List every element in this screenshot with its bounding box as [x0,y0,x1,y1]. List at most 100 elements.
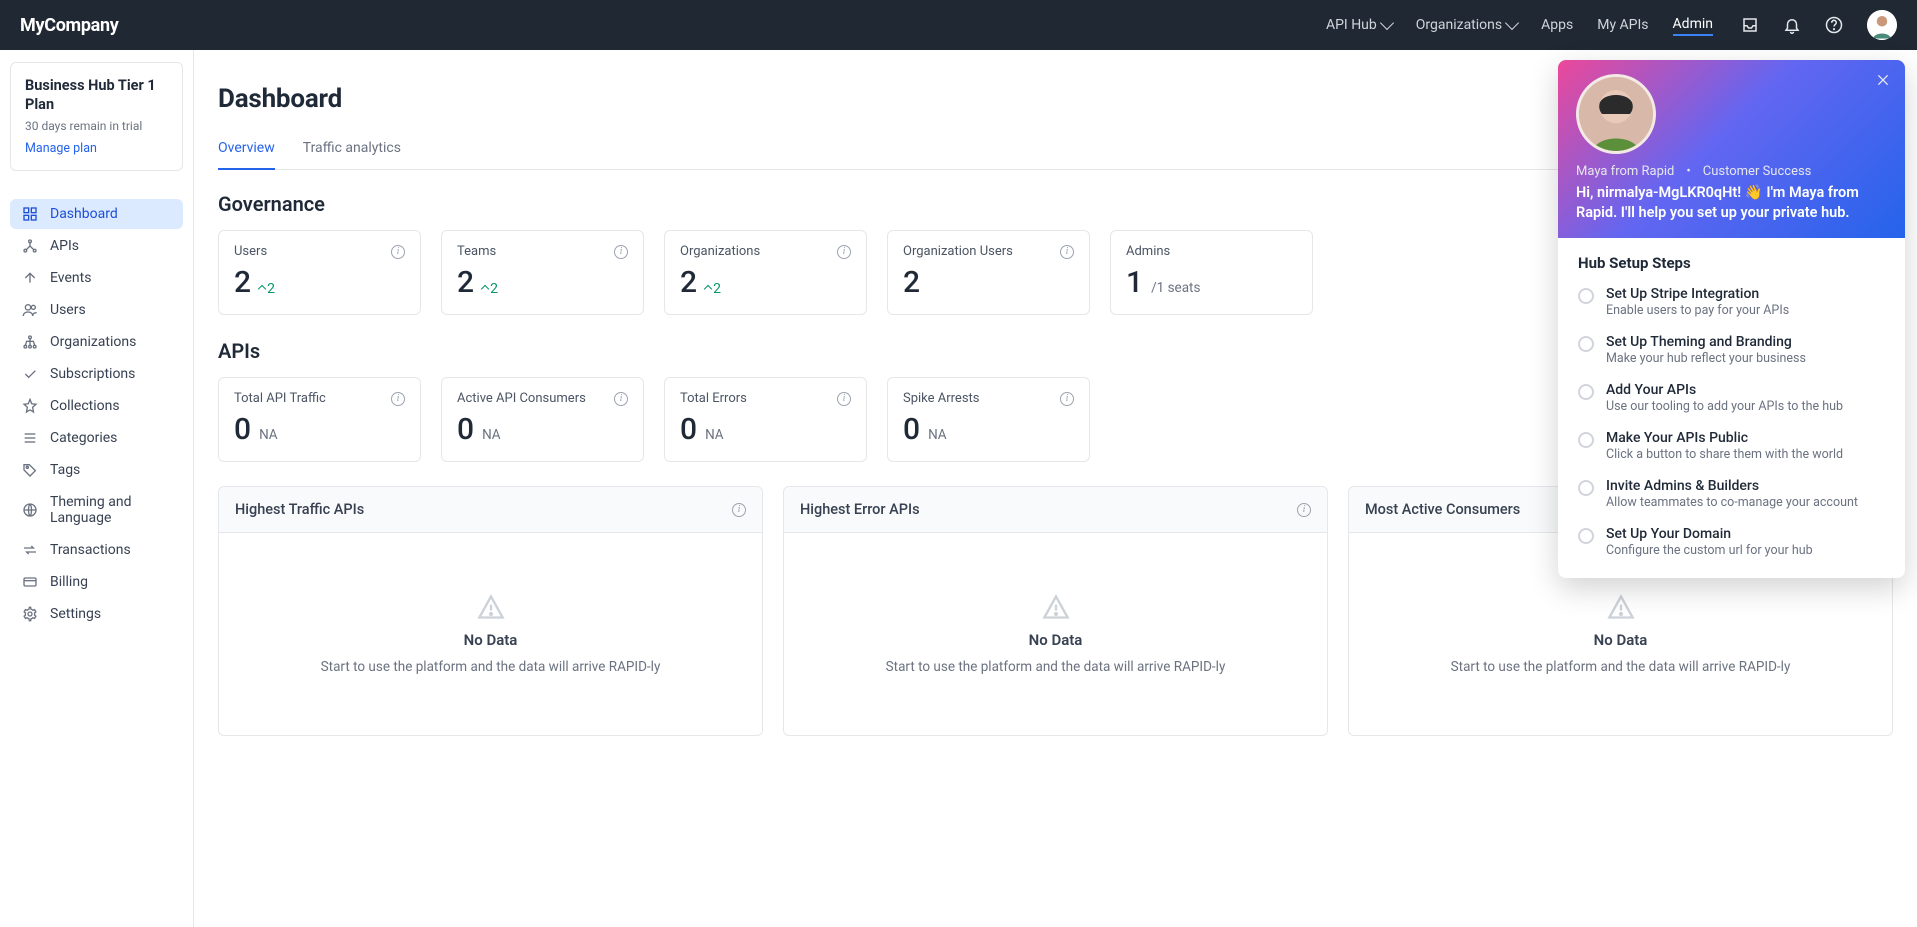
card-label: Total API Traffic [234,391,326,406]
sidebar-item-billing[interactable]: Billing [10,567,183,597]
step-title: Invite Admins & Builders [1606,478,1858,494]
card-label: Spike Arrests [903,391,980,406]
panel-highest-error: Highest Error APIs i No Data Start to us… [783,486,1328,736]
info-icon[interactable]: i [732,503,746,517]
step-bullet-icon [1578,480,1594,496]
panel-no-data: No Data [1029,631,1083,649]
nav-admin-label: Admin [1673,16,1713,32]
onboarding-body: Hub Setup Steps Set Up Stripe Integratio… [1558,238,1905,578]
bell-icon[interactable] [1783,16,1801,34]
setup-step-stripe[interactable]: Set Up Stripe Integration Enable users t… [1578,286,1885,318]
setup-step-theming[interactable]: Set Up Theming and Branding Make your hu… [1578,334,1885,366]
sidebar-item-settings[interactable]: Settings [10,599,183,629]
step-title: Set Up Stripe Integration [1606,286,1789,302]
info-icon[interactable]: i [1060,245,1074,259]
sidebar-item-label: Billing [50,574,88,590]
nav-apps[interactable]: Apps [1541,17,1573,33]
plan-card: Business Hub Tier 1 Plan 30 days remain … [10,62,183,171]
card-teams: Teams i 2 2 [441,230,644,315]
user-avatar[interactable] [1867,10,1897,40]
sidebar-item-label: Events [50,270,91,286]
billing-icon [22,574,38,590]
header-nav: API Hub Organizations Apps My APIs Admin [1326,16,1713,34]
card-value: 0 [234,412,251,447]
card-value: 2 [457,265,474,300]
sidebar-item-label: Tags [50,462,80,478]
sidebar-item-collections[interactable]: Collections [10,391,183,421]
card-total-errors: Total Errors i 0 NA [664,377,867,462]
info-icon[interactable]: i [614,245,628,259]
sidebar-item-label: Settings [50,606,101,622]
card-label: Active API Consumers [457,391,586,406]
sidebar-item-events[interactable]: Events [10,263,183,293]
card-value: 2 [680,265,697,300]
setup-step-public[interactable]: Make Your APIs Public Click a button to … [1578,430,1885,462]
panel-no-data-sub: Start to use the platform and the data w… [886,659,1226,675]
plan-title: Business Hub Tier 1 Plan [25,77,168,115]
sidebar-item-categories[interactable]: Categories [10,423,183,453]
card-value: 2 [234,265,251,300]
card-sub: NA [482,427,501,443]
step-sub: Click a button to share them with the wo… [1606,447,1843,462]
close-icon[interactable] [1875,72,1891,92]
card-org-users: Organization Users i 2 [887,230,1090,315]
step-sub: Configure the custom url for your hub [1606,543,1813,558]
nav-my-apis[interactable]: My APIs [1597,17,1648,33]
inbox-icon[interactable] [1741,16,1759,34]
info-icon[interactable]: i [391,392,405,406]
setup-title: Hub Setup Steps [1578,254,1885,272]
nav-my-apis-label: My APIs [1597,17,1648,33]
nav-api-hub[interactable]: API Hub [1326,17,1392,33]
setup-step-add-apis[interactable]: Add Your APIs Use our tooling to add you… [1578,382,1885,414]
info-icon[interactable]: i [1060,392,1074,406]
agent-role: Customer Success [1703,164,1812,179]
warning-icon [477,593,505,621]
step-title: Add Your APIs [1606,382,1843,398]
help-icon[interactable] [1825,16,1843,34]
globe-icon [22,502,38,518]
info-icon[interactable]: i [837,392,851,406]
sidebar-item-theming[interactable]: Theming and Language [10,487,183,533]
sidebar-item-transactions[interactable]: Transactions [10,535,183,565]
tab-traffic-analytics[interactable]: Traffic analytics [303,140,401,169]
setup-step-invite[interactable]: Invite Admins & Builders Allow teammates… [1578,478,1885,510]
sidebar-item-dashboard[interactable]: Dashboard [10,199,183,229]
card-sub: NA [928,427,947,443]
header-icons [1741,10,1897,40]
sidebar-item-organizations[interactable]: Organizations [10,327,183,357]
setup-step-domain[interactable]: Set Up Your Domain Configure the custom … [1578,526,1885,558]
tags-icon [22,462,38,478]
card-label: Organization Users [903,244,1013,259]
plan-subtitle: 30 days remain in trial [25,119,168,133]
step-sub: Allow teammates to co-manage your accoun… [1606,495,1858,510]
nav-admin[interactable]: Admin [1673,16,1713,36]
onboarding-header: Maya from Rapid Customer Success Hi, nir… [1558,60,1905,238]
tab-overview[interactable]: Overview [218,140,275,170]
card-total-traffic: Total API Traffic i 0 NA [218,377,421,462]
nav-api-hub-label: API Hub [1326,17,1377,33]
info-icon[interactable]: i [1297,503,1311,517]
chevron-down-icon [1380,16,1394,30]
sidebar-item-apis[interactable]: APIs [10,231,183,261]
info-icon[interactable]: i [837,245,851,259]
transactions-icon [22,542,38,558]
agent-greeting: Hi, nirmalya-MgLKR0qHt! 👋 I'm Maya from … [1576,183,1887,224]
manage-plan-link[interactable]: Manage plan [25,141,97,156]
sidebar-item-label: Subscriptions [50,366,135,382]
sidebar: Business Hub Tier 1 Plan 30 days remain … [0,50,194,927]
info-icon[interactable]: i [614,392,628,406]
sidebar-item-tags[interactable]: Tags [10,455,183,485]
card-sub: /1 seats [1151,280,1200,296]
card-admins: Admins 1 /1 seats [1110,230,1313,315]
top-header: MyCompany API Hub Organizations Apps My … [0,0,1917,50]
card-value: 2 [903,265,920,300]
sidebar-nav: Dashboard APIs Events Users Organization… [10,199,183,629]
step-sub: Enable users to pay for your APIs [1606,303,1789,318]
step-bullet-icon [1578,528,1594,544]
nav-organizations[interactable]: Organizations [1416,17,1517,33]
sidebar-item-users[interactable]: Users [10,295,183,325]
warning-icon [1607,593,1635,621]
info-icon[interactable]: i [391,245,405,259]
card-users: Users i 2 2 [218,230,421,315]
sidebar-item-subscriptions[interactable]: Subscriptions [10,359,183,389]
